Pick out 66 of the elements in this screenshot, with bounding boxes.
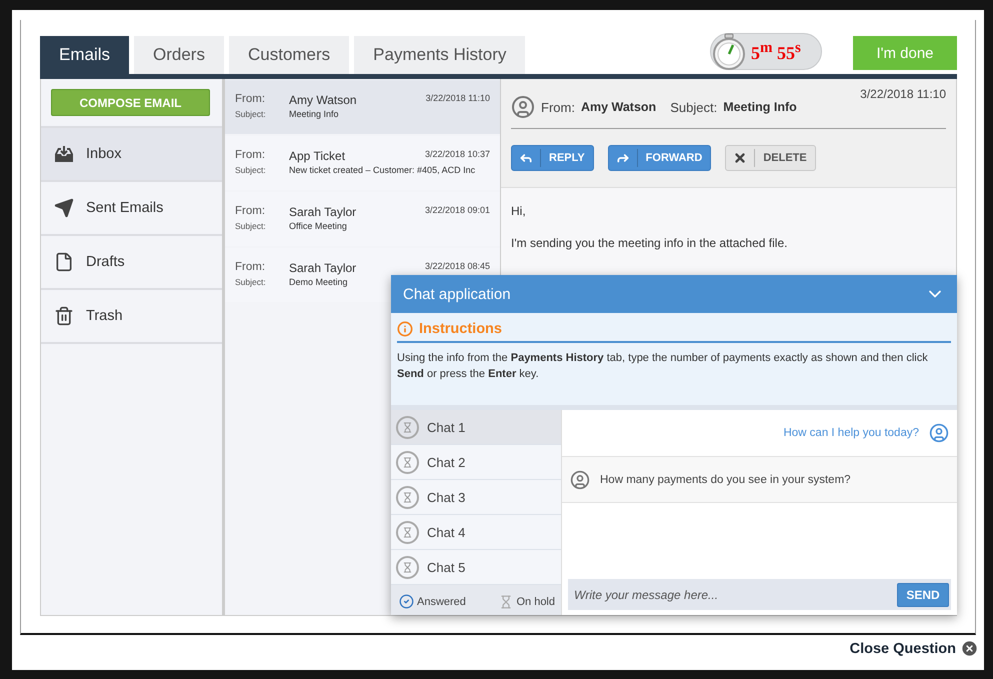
- trash-icon: [54, 306, 74, 326]
- legend-label: Answered: [417, 596, 466, 608]
- subject-label: Subject:: [670, 100, 718, 114]
- email-subject: Meeting Info: [289, 108, 340, 121]
- email-date: 3/22/2018 11:10: [860, 87, 946, 101]
- folder-item[interactable]: Inbox: [41, 128, 222, 182]
- close-icon: [960, 639, 979, 658]
- forward-icon: [616, 151, 630, 165]
- hourglass-icon: [396, 416, 419, 438]
- email-subject: Meeting Info: [723, 100, 797, 114]
- email-subject: Demo Meeting: [289, 276, 349, 289]
- hourglass-icon: [396, 450, 419, 474]
- tab[interactable]: Payments History: [354, 36, 526, 74]
- close-icon: [733, 151, 748, 165]
- chat-item[interactable]: Chat 5: [391, 550, 561, 585]
- tab[interactable]: Orders: [134, 36, 224, 74]
- hourglass-icon: [396, 556, 419, 578]
- sender-name: App Ticket: [289, 149, 346, 165]
- timer-text: 5$^{m}$ 55$^{s}$: [751, 40, 801, 64]
- agent-avatar-icon: [929, 423, 949, 443]
- from-label: From:: [541, 100, 575, 114]
- chat-item[interactable]: Chat 2: [391, 445, 561, 480]
- email-subject: Office Meeting: [289, 220, 348, 233]
- tab[interactable]: Customers: [228, 36, 350, 74]
- from-label: From:: [235, 261, 266, 276]
- chat-message: How many payments do you see in your system?: [600, 474, 851, 486]
- inbox-icon: [54, 145, 74, 163]
- subject-label: Subject:: [235, 164, 267, 177]
- email-date: 3/22/2018 08:45: [424, 261, 490, 272]
- document-icon: [54, 252, 74, 272]
- from-label: From:: [235, 205, 266, 220]
- instructions-text: Using the info from the Payments History tab, type the number of payments exactly as shown and then click Send or press the Enter key.: [397, 351, 929, 382]
- chat-message: How can I help you today?: [783, 427, 919, 439]
- from-label: From:: [235, 93, 266, 108]
- chat-item[interactable]: Chat 3: [391, 480, 561, 515]
- subject-label: Subject:: [235, 276, 267, 289]
- legend-label: On hold: [516, 596, 555, 608]
- email-date: 3/22/2018 10:37: [424, 149, 490, 160]
- check-circle-icon: [399, 594, 414, 609]
- hourglass-icon: [396, 520, 419, 544]
- instructions-title: Instructions: [419, 321, 502, 337]
- email-text: Hi,: [511, 204, 527, 218]
- sender-name: Sarah Taylor: [289, 205, 358, 221]
- subject-label: Subject:: [235, 108, 267, 121]
- email-text: I'm sending you the meeting info in the attached file.: [511, 236, 788, 250]
- hourglass-icon: [499, 594, 514, 608]
- delete-button[interactable]: DELETE: [725, 145, 816, 171]
- sender-name: Sarah Taylor: [289, 261, 358, 277]
- info-icon: [397, 321, 413, 337]
- hourglass-icon: [396, 486, 419, 508]
- email-date: 3/22/2018 09:01: [424, 205, 490, 216]
- close-question-button[interactable]: Close Question: [850, 639, 979, 658]
- tab[interactable]: Emails: [40, 36, 130, 74]
- paper-plane-icon: [54, 198, 74, 218]
- chat-item[interactable]: Chat 4: [391, 515, 561, 550]
- from-label: From:: [235, 149, 266, 164]
- avatar-icon: [570, 470, 590, 490]
- email-date: 3/22/2018 11:10: [426, 93, 490, 104]
- email-subject: New ticket created – Customer: #405, ACD Inc: [289, 164, 476, 177]
- avatar-icon: [511, 95, 535, 119]
- subject-label: Subject:: [235, 220, 267, 233]
- sender-name: Amy Watson: [580, 100, 656, 114]
- reply-icon: [519, 151, 533, 165]
- email-item[interactable]: From: Amy Watson 3/22/2018 11:10 Subject: Meeting Info: [225, 80, 500, 134]
- sender-name: Amy Watson: [289, 93, 358, 109]
- chat-item[interactable]: Chat 1: [391, 410, 561, 445]
